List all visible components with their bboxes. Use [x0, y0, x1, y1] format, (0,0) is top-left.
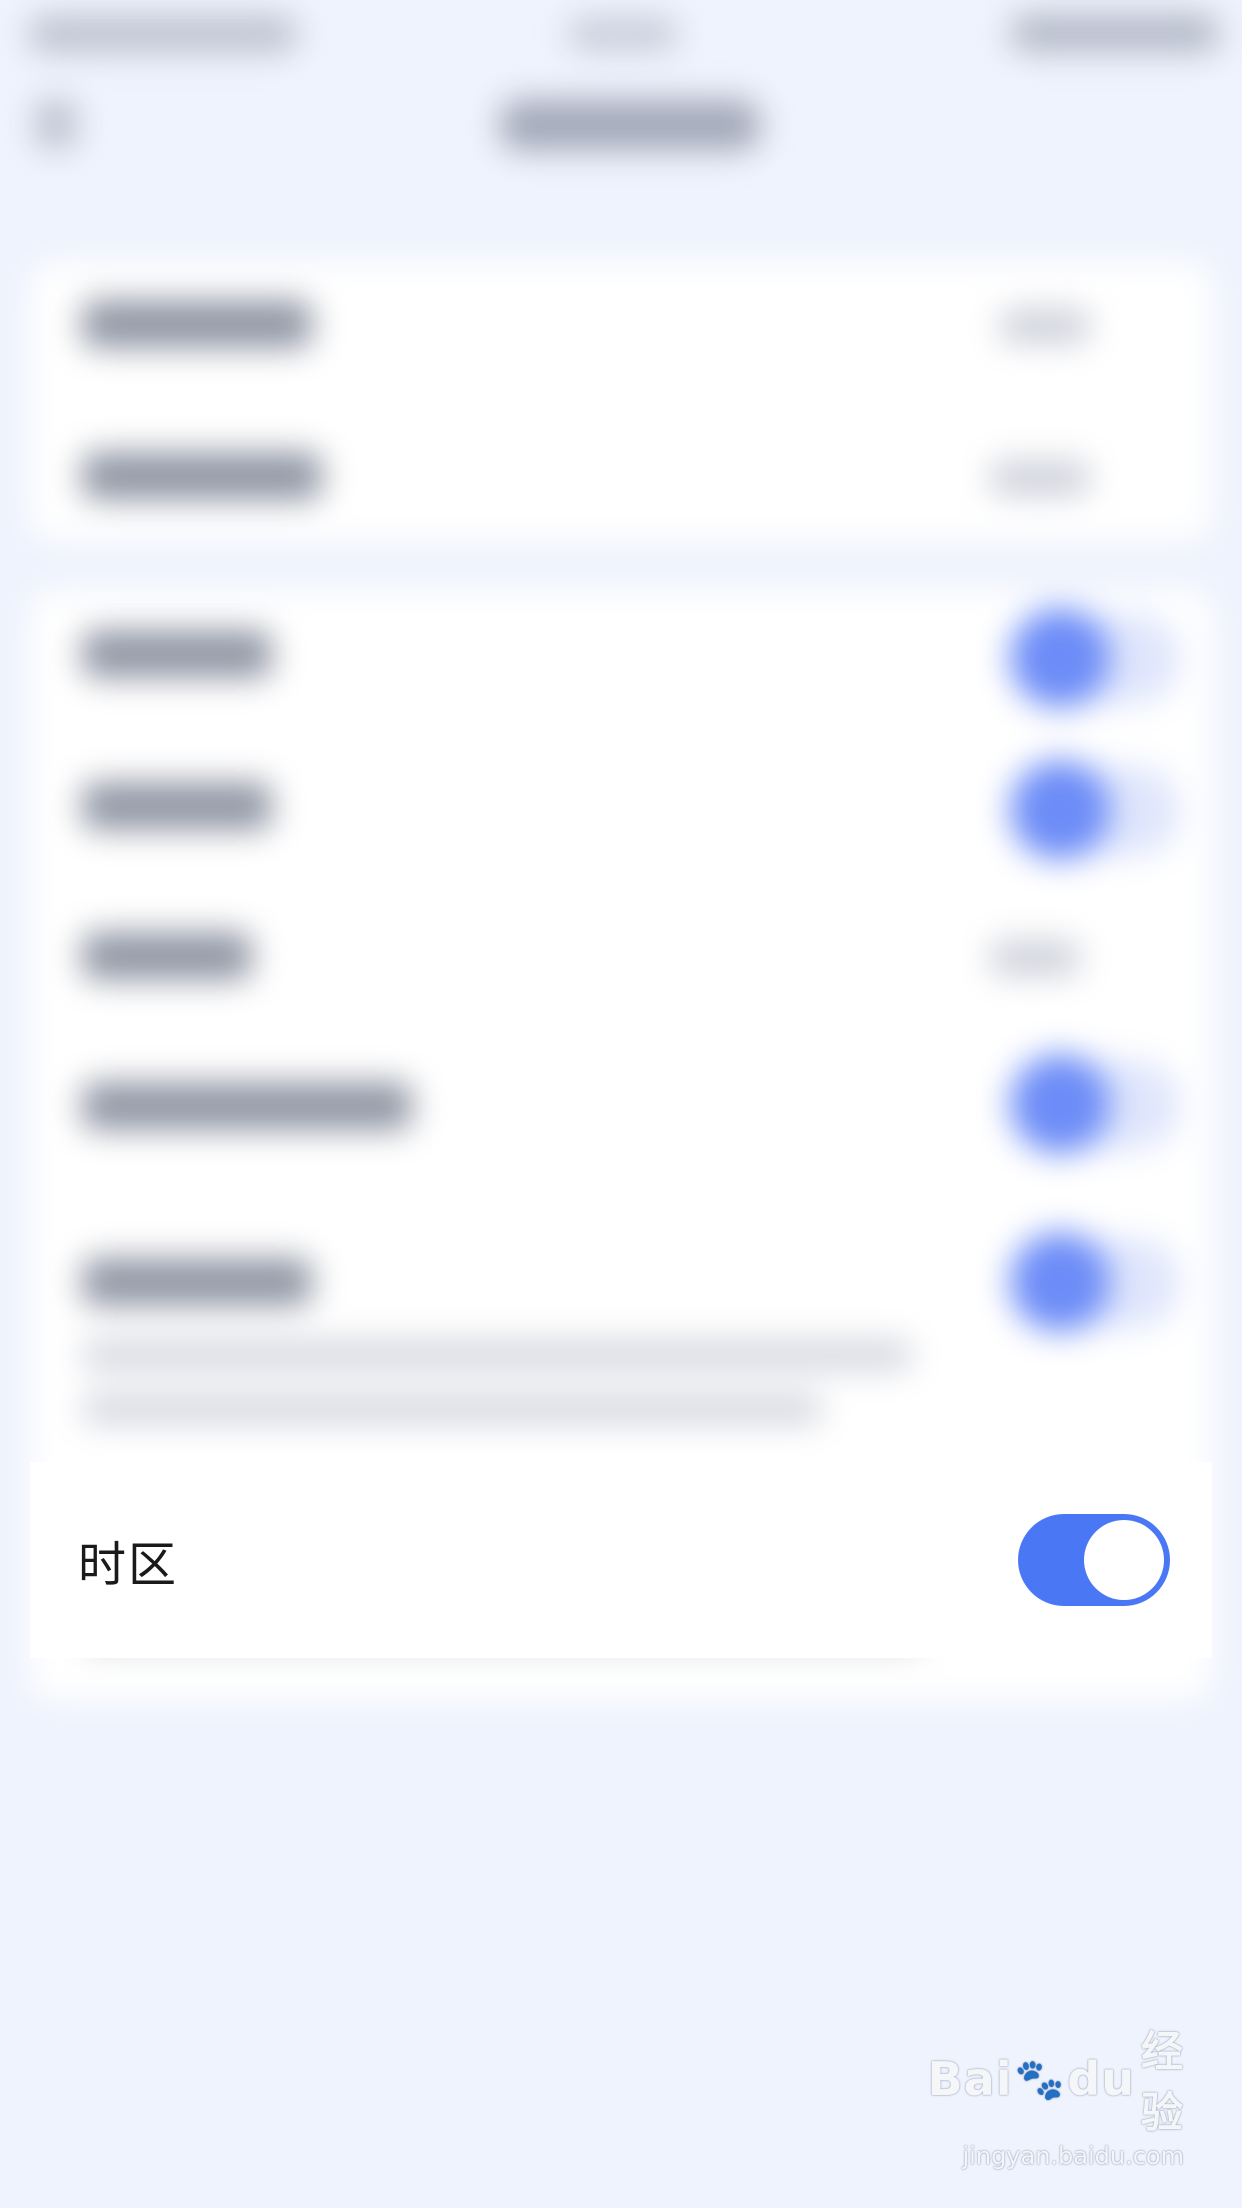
- status-bar-left-blurred: [28, 16, 298, 52]
- baidu-paw-icon: 🐾: [1014, 2056, 1066, 2103]
- row-label-blurred: [82, 1082, 412, 1130]
- toggle-knob-blurred: [1010, 1054, 1110, 1154]
- status-bar-right-blurred: [1010, 14, 1220, 52]
- back-icon-blurred: [36, 100, 76, 148]
- row-label-blurred: [82, 630, 272, 678]
- watermark-logo: Bai 🐾 du 经验: [928, 2018, 1184, 2140]
- watermark-brand-cn: 经验: [1140, 2027, 1184, 2137]
- timezone-toggle[interactable]: [1018, 1514, 1170, 1606]
- status-bar-center-blurred: [568, 18, 678, 50]
- row-label-blurred: [82, 1258, 312, 1306]
- row-description-blurred: [82, 1340, 912, 1370]
- setting-row-timezone: 时区: [30, 1462, 1212, 1658]
- watermark-brand-right: du: [1067, 2052, 1135, 2106]
- toggle-knob: [1084, 1520, 1164, 1600]
- setting-row-label: 时区: [78, 1537, 179, 1593]
- row-label-blurred: [82, 932, 252, 980]
- row-value-blurred: [990, 940, 1080, 976]
- row-value-blurred: [990, 460, 1090, 496]
- row-label-blurred: [82, 452, 322, 500]
- toggle-knob-blurred: [1010, 1232, 1110, 1332]
- page-title-blurred: [500, 100, 760, 150]
- row-label-blurred: [82, 300, 312, 348]
- row-label-blurred: [82, 782, 272, 830]
- row-description-blurred: [82, 1394, 822, 1424]
- toggle-knob-blurred: [1010, 608, 1110, 708]
- row-value-blurred: [1000, 308, 1090, 344]
- watermark-brand-left: Bai: [927, 2052, 1013, 2106]
- watermark-url: jingyan.baidu.com: [962, 2142, 1184, 2170]
- blurred-background: [0, 0, 1242, 2208]
- toggle-knob-blurred: [1010, 760, 1110, 860]
- settings-screen: 时区 Bai 🐾 du 经验 jingyan.baidu.com: [0, 0, 1242, 2208]
- watermark: Bai 🐾 du 经验 jingyan.baidu.com: [928, 2018, 1184, 2170]
